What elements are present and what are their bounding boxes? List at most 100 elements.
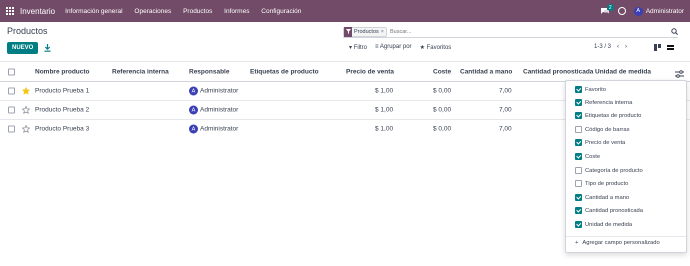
group-by-toggle[interactable]: ≡ Agrupar por [375,44,412,51]
pager: 1-3 / 3 ‹ › [594,44,627,50]
dropdown-divider [566,236,686,237]
search-facet[interactable]: Productos × [343,26,387,37]
table-header: Nombre producto Referencia interna Respo… [0,62,690,82]
cell-responsible[interactable]: A Administrator [189,105,238,115]
column-option[interactable]: Etiquetas de producto [575,111,641,120]
cell-cost: $ 0,00 [433,87,452,95]
checkbox[interactable] [575,153,582,160]
col-header-precio[interactable]: Precio de venta [346,68,394,75]
col-header-cantidad-pronosticada[interactable]: Cantidad pronosticada [523,68,593,75]
avatar: A [189,124,198,134]
pager-prev-icon[interactable]: ‹ [617,44,619,50]
cell-name: Producto Prueba 2 [35,106,90,114]
search-facet-label: Productos [354,28,379,35]
avatar: A [189,86,198,96]
menu-item-informes[interactable]: Informes [224,8,249,15]
column-option[interactable]: Cantidad a mano [575,193,629,202]
checkbox[interactable] [575,112,582,119]
user-menu[interactable]: A Administrator [633,6,684,16]
checkbox[interactable] [575,221,582,228]
checkbox[interactable] [575,99,582,106]
cell-qty: 7,00 [499,106,512,114]
column-option[interactable]: Categoría de producto [575,166,643,175]
star-icon[interactable] [22,87,30,95]
optional-columns-dropdown: Favorito Referencia interna Etiquetas de… [565,80,687,253]
top-navbar: Inventario Información general Operacion… [0,0,690,22]
cell-qty: 7,00 [499,87,512,95]
row-checkbox[interactable] [8,106,15,114]
chat-badge: 2 [606,4,614,11]
cell-cost: $ 0,00 [433,125,452,133]
menu-item-configuracion[interactable]: Configuración [261,8,301,15]
systray: 2 A Administrator [600,0,684,22]
select-all-checkbox[interactable] [8,68,15,75]
cell-responsible[interactable]: A Administrator [189,86,238,96]
add-custom-field-button[interactable]: + Agregar campo personalizado [575,240,660,246]
search-icon[interactable] [671,28,678,35]
column-option[interactable]: Referencia interna [575,98,632,107]
app-brand[interactable]: Inventario [20,7,55,16]
search-input[interactable] [389,28,630,35]
search-bar: Productos × [343,26,678,38]
cell-price: $ 1,00 [375,106,394,114]
user-name: Administrator [645,7,684,15]
column-option[interactable]: Unidad de medida [575,220,632,229]
avatar: A [633,6,643,16]
checkbox[interactable] [575,207,582,214]
checkbox[interactable] [575,86,582,93]
col-header-referencia[interactable]: Referencia interna [112,68,169,75]
cell-price: $ 1,00 [375,125,394,133]
col-header-cantidad-mano[interactable]: Cantidad a mano [460,68,512,75]
cell-cost: $ 0,00 [433,106,452,114]
kanban-view-icon[interactable] [654,44,661,51]
checkbox[interactable] [575,126,582,133]
download-icon[interactable] [44,44,51,52]
checkbox[interactable] [575,180,582,187]
view-switcher [654,44,674,51]
cell-name: Producto Prueba 1 [35,87,90,95]
checkbox[interactable] [575,167,582,174]
page-title: Productos [7,26,48,36]
checkbox[interactable] [575,194,582,201]
column-option[interactable]: Coste [575,152,600,161]
cell-qty: 7,00 [499,125,512,133]
search-options: ▾ Filtro ≡ Agrupar por ★ Favoritos [349,44,451,51]
plus-icon: + [575,240,579,246]
col-header-etiquetas[interactable]: Etiquetas de producto [250,68,319,75]
cell-price: $ 1,00 [375,87,394,95]
settings-sliders-icon[interactable] [675,70,684,78]
favorites-toggle[interactable]: ★ Favoritos [420,44,452,51]
column-option[interactable]: Tipo de producto [575,179,628,188]
star-icon[interactable] [22,125,30,133]
filter-icon [344,26,352,37]
avatar: A [189,105,198,115]
list-view-icon[interactable] [667,44,674,51]
main-menu: Información general Operaciones Producto… [65,8,311,15]
pager-value[interactable]: 1-3 / 3 [594,44,611,50]
column-option[interactable]: Código de barras [575,125,629,134]
star-icon[interactable] [22,106,30,114]
column-option[interactable]: Precio de venta [575,138,625,147]
cell-name: Producto Prueba 3 [35,125,90,133]
col-header-nombre[interactable]: Nombre producto [35,68,90,75]
checkbox[interactable] [575,139,582,146]
column-option[interactable]: Cantidad pronosticada [575,206,643,215]
facet-remove-icon[interactable]: × [381,29,386,35]
menu-item-informacion-general[interactable]: Información general [65,8,122,15]
row-checkbox[interactable] [8,87,15,95]
column-option[interactable]: Favorito [575,85,606,94]
grid-apps-icon[interactable] [6,7,14,15]
clock-icon[interactable] [617,7,626,15]
chat-icon[interactable]: 2 [600,4,614,15]
new-button[interactable]: NUEVO [7,42,39,54]
col-header-responsable[interactable]: Responsable [189,68,229,75]
filter-toggle[interactable]: ▾ Filtro [349,44,367,51]
menu-item-operaciones[interactable]: Operaciones [134,8,171,15]
control-panel: Productos NUEVO Productos × [0,22,690,62]
cell-responsible[interactable]: A Administrator [189,124,238,134]
row-checkbox[interactable] [8,125,15,133]
menu-item-productos[interactable]: Productos [183,8,212,15]
col-header-coste[interactable]: Coste [433,68,451,75]
col-header-unidad[interactable]: Unidad de medida [595,68,651,75]
pager-next-icon[interactable]: › [625,44,627,50]
